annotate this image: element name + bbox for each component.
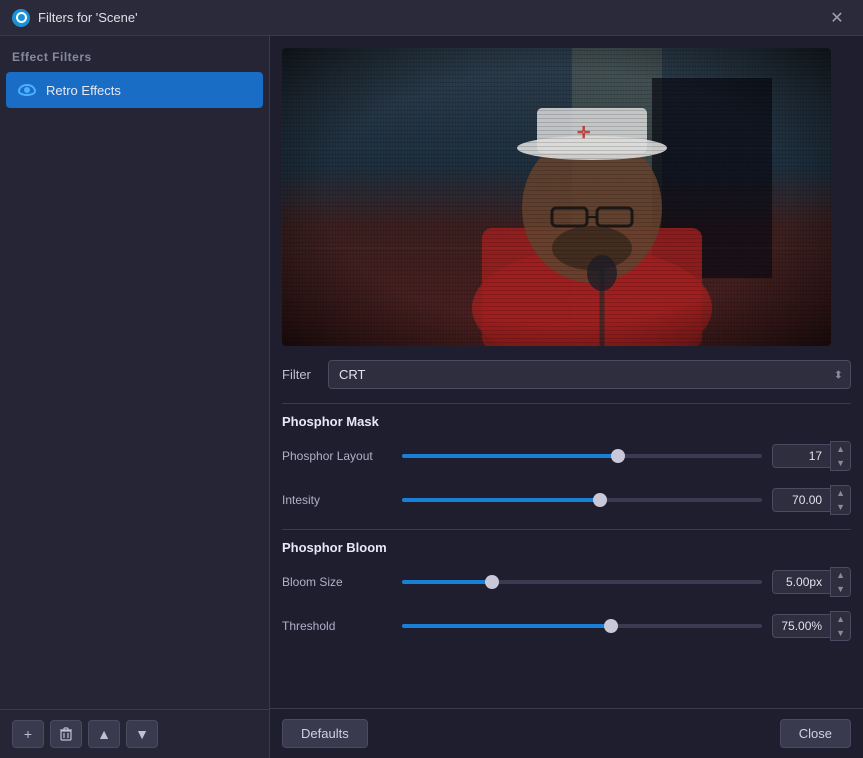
phosphor-mask-heading: Phosphor Mask	[282, 403, 851, 441]
intensity-increment[interactable]: ▲	[831, 486, 850, 500]
intensity-spin: ▲ ▼	[830, 485, 851, 515]
threshold-label: Threshold	[282, 619, 392, 633]
sidebar-actions: + ▲ ▼	[0, 709, 269, 758]
filter-label: Filter	[282, 367, 318, 382]
sidebar: Effect Filters Retro Effects +	[0, 36, 270, 758]
bloom-size-thumb[interactable]	[485, 575, 499, 589]
close-button[interactable]: Close	[780, 719, 851, 748]
controls-area: Filter CRT VHS Film Grain Scanlines ⬍ Ph…	[270, 346, 863, 708]
threshold-row: Threshold 75.00% ▲ ▼	[282, 611, 851, 641]
bloom-size-increment[interactable]: ▲	[831, 568, 850, 582]
phosphor-layout-increment[interactable]: ▲	[831, 442, 850, 456]
intensity-thumb[interactable]	[593, 493, 607, 507]
intensity-slider[interactable]	[402, 490, 762, 510]
sidebar-spacer	[0, 108, 269, 709]
bloom-size-decrement[interactable]: ▼	[831, 582, 850, 596]
add-filter-button[interactable]: +	[12, 720, 44, 748]
content-area: ✛	[270, 36, 863, 758]
preview-image: ✛	[282, 48, 831, 346]
window-title: Filters for 'Scene'	[38, 10, 823, 25]
close-window-button[interactable]: ✕	[823, 4, 851, 32]
bloom-size-label: Bloom Size	[282, 575, 392, 589]
move-up-button[interactable]: ▲	[88, 720, 120, 748]
phosphor-layout-spin: ▲ ▼	[830, 441, 851, 471]
bloom-size-fill	[402, 580, 492, 584]
preview-container: ✛	[270, 36, 863, 346]
trash-icon	[59, 727, 73, 741]
person-svg: ✛	[282, 48, 831, 346]
threshold-increment[interactable]: ▲	[831, 612, 850, 626]
defaults-button[interactable]: Defaults	[282, 719, 368, 748]
preview-canvas: ✛	[282, 48, 831, 346]
delete-filter-button[interactable]	[50, 720, 82, 748]
phosphor-layout-row: Phosphor Layout 17 ▲ ▼	[282, 441, 851, 471]
threshold-fill	[402, 624, 611, 628]
intensity-value-wrap: 70.00 ▲ ▼	[772, 485, 851, 515]
filter-select[interactable]: CRT VHS Film Grain Scanlines	[328, 360, 851, 389]
sidebar-item-retro-effects[interactable]: Retro Effects	[6, 72, 263, 108]
intensity-decrement[interactable]: ▼	[831, 500, 850, 514]
bloom-size-slider[interactable]	[402, 572, 762, 592]
intensity-row: Intesity 70.00 ▲ ▼	[282, 485, 851, 515]
eye-icon	[18, 81, 36, 99]
bloom-size-value[interactable]: 5.00px	[772, 570, 830, 594]
threshold-decrement[interactable]: ▼	[831, 626, 850, 640]
sidebar-item-label: Retro Effects	[46, 83, 121, 98]
intensity-label: Intesity	[282, 493, 392, 507]
intensity-value[interactable]: 70.00	[772, 488, 830, 512]
bottom-bar: Defaults Close	[270, 708, 863, 758]
move-down-button[interactable]: ▼	[126, 720, 158, 748]
filter-row: Filter CRT VHS Film Grain Scanlines ⬍	[282, 346, 851, 399]
threshold-thumb[interactable]	[604, 619, 618, 633]
bloom-size-row: Bloom Size 5.00px ▲ ▼	[282, 567, 851, 597]
phosphor-layout-value-wrap: 17 ▲ ▼	[772, 441, 851, 471]
phosphor-layout-fill	[402, 454, 618, 458]
threshold-slider[interactable]	[402, 616, 762, 636]
title-bar: Filters for 'Scene' ✕	[0, 0, 863, 36]
threshold-value-wrap: 75.00% ▲ ▼	[772, 611, 851, 641]
phosphor-layout-thumb[interactable]	[611, 449, 625, 463]
bloom-size-spin: ▲ ▼	[830, 567, 851, 597]
threshold-value[interactable]: 75.00%	[772, 614, 830, 638]
phosphor-layout-decrement[interactable]: ▼	[831, 456, 850, 470]
main-layout: Effect Filters Retro Effects +	[0, 36, 863, 758]
intensity-fill	[402, 498, 600, 502]
window-icon	[12, 9, 30, 27]
phosphor-bloom-heading: Phosphor Bloom	[282, 529, 851, 567]
svg-text:✛: ✛	[577, 125, 590, 142]
phosphor-layout-label: Phosphor Layout	[282, 449, 392, 463]
phosphor-layout-value[interactable]: 17	[772, 444, 830, 468]
phosphor-layout-slider[interactable]	[402, 446, 762, 466]
threshold-spin: ▲ ▼	[830, 611, 851, 641]
sidebar-heading: Effect Filters	[0, 36, 269, 72]
bloom-size-value-wrap: 5.00px ▲ ▼	[772, 567, 851, 597]
filter-select-wrap: CRT VHS Film Grain Scanlines ⬍	[328, 360, 851, 389]
